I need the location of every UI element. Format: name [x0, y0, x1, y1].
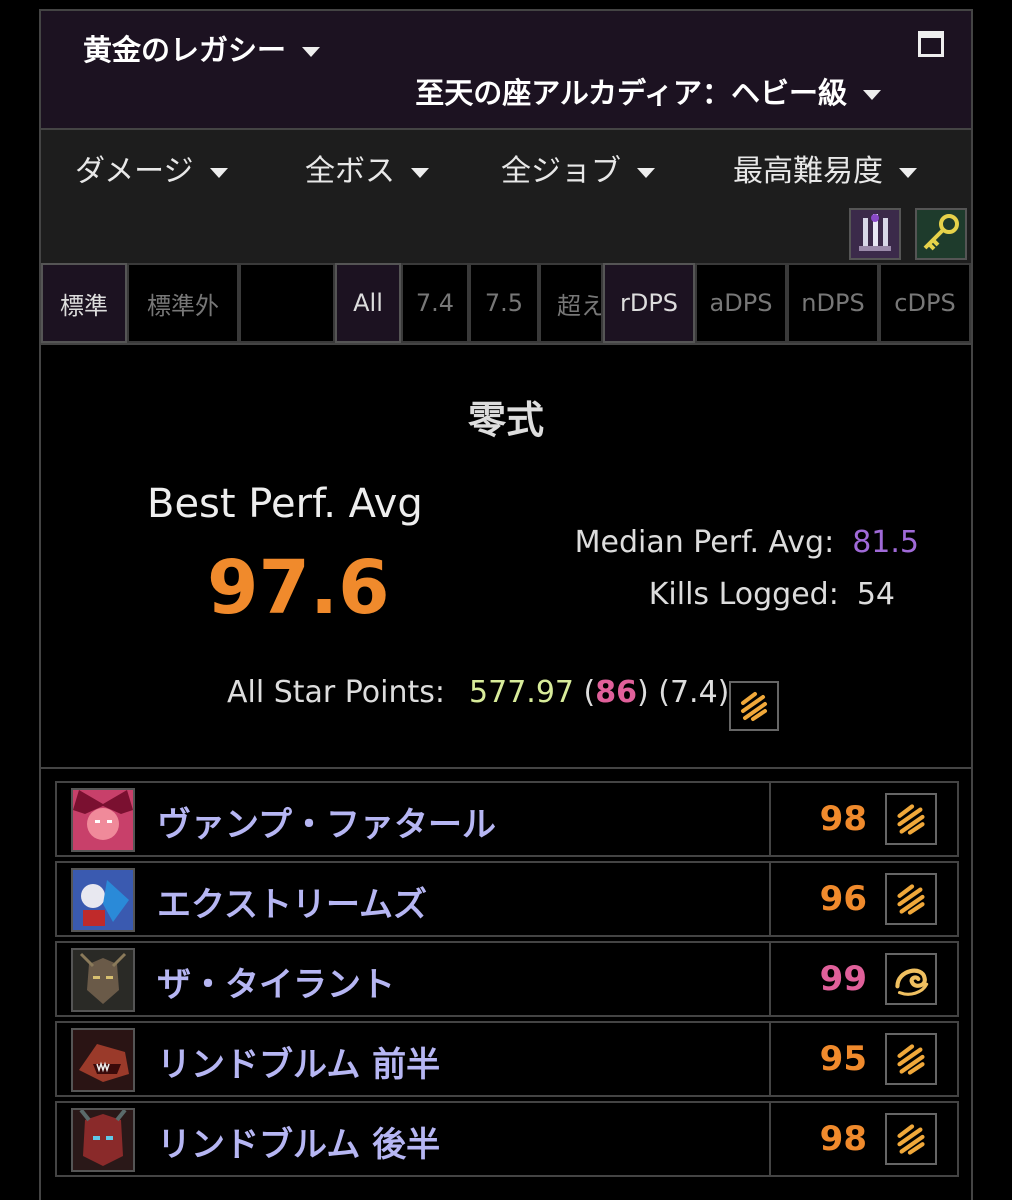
difficulty-label: 最高難易度: [733, 154, 883, 189]
row-divider: [769, 783, 771, 855]
boss-avatar: [71, 948, 135, 1012]
allstar-patch: (7.4): [658, 675, 730, 710]
chevron-down-icon: [302, 47, 321, 57]
swirl-icon: [885, 953, 937, 1005]
median-perf-row: Median Perf. Avg: 81.5: [575, 525, 919, 560]
boss-label: 全ボス: [305, 154, 395, 189]
job-dropdown[interactable]: 全ジョブ: [501, 146, 655, 190]
kills-logged-label: Kills Logged:: [648, 577, 839, 612]
kills-logged-value: 54: [856, 577, 895, 612]
metric-label: ダメージ: [75, 154, 194, 189]
tab-partition-standard[interactable]: 標準: [41, 263, 127, 343]
boss-row[interactable]: エクストリームズ 96: [55, 861, 959, 937]
boss-avatar: [71, 1028, 135, 1092]
tab-role-adps[interactable]: aDPS: [695, 263, 787, 343]
median-perf-label: Median Perf. Avg:: [574, 525, 835, 560]
boss-score: 96: [819, 879, 867, 919]
row-divider: [769, 863, 771, 935]
allstar-rank: 86: [595, 675, 637, 710]
filter-bar: ダメージ 全ボス 全ジョブ 最高難易度: [41, 130, 971, 265]
boss-row[interactable]: リンドブルム 後半 98: [55, 1101, 959, 1177]
chevron-down-icon: [411, 167, 429, 178]
job-label: 全ジョブ: [501, 154, 621, 189]
metric-dropdown[interactable]: ダメージ: [75, 146, 228, 190]
boss-name[interactable]: リンドブルム 後半: [157, 1117, 440, 1166]
chevron-down-icon: [863, 90, 881, 100]
boss-name[interactable]: リンドブルム 前半: [157, 1037, 440, 1086]
stripes-icon: [885, 1033, 937, 1085]
performance-summary: 零式 Best Perf. Avg 97.6 Median Perf. Avg:…: [41, 345, 971, 769]
boss-list: ヴァンプ・ファタール 98 エクストリームズ 96 ザ・タイラント 99 リンド…: [55, 781, 959, 1181]
boss-dropdown[interactable]: 全ボス: [305, 146, 429, 190]
swords-icon[interactable]: [849, 208, 901, 260]
boss-avatar: [71, 788, 135, 852]
tab-version-beyond[interactable]: 超え: [539, 263, 603, 343]
tab-version-all[interactable]: All: [335, 263, 401, 343]
stripes-icon: [885, 793, 937, 845]
stripes-icon: [885, 873, 937, 925]
boss-row[interactable]: ヴァンプ・ファタール 98: [55, 781, 959, 857]
allstar-label: All Star Points:: [227, 675, 446, 710]
boss-score: 95: [819, 1039, 867, 1079]
row-divider: [769, 1103, 771, 1175]
difficulty-dropdown[interactable]: 最高難易度: [733, 146, 917, 190]
tab-version-7-5[interactable]: 7.5: [469, 263, 539, 343]
key-icon[interactable]: [915, 208, 967, 260]
maximize-icon[interactable]: [918, 31, 944, 57]
panel-header: 黄金のレガシー 至天の座アルカディア：ヘビー級: [41, 11, 971, 130]
row-divider: [769, 1023, 771, 1095]
stripes-icon: [885, 1113, 937, 1165]
boss-score: 98: [819, 1119, 867, 1159]
rankings-panel: 黄金のレガシー 至天の座アルカディア：ヘビー級 ダメージ 全ボス 全ジョブ 最高…: [39, 9, 973, 1200]
boss-avatar: [71, 1108, 135, 1172]
allstar-points: 577.97: [469, 675, 574, 710]
kills-logged-row: Kills Logged: 54: [649, 577, 895, 612]
stripes-icon: [729, 681, 779, 731]
boss-avatar: [71, 868, 135, 932]
chevron-down-icon: [899, 167, 917, 178]
median-perf-value: 81.5: [852, 525, 919, 560]
best-perf-label: Best Perf. Avg: [147, 481, 423, 527]
tab-role-ndps[interactable]: nDPS: [787, 263, 879, 343]
allstar-row: All Star Points: 577.97 (86) (7.4): [227, 675, 730, 710]
tab-bar: 標準 標準外 All 7.4 7.5 超え rDPS aDPS nDPS cDP…: [41, 263, 971, 345]
chevron-down-icon: [637, 167, 655, 178]
raid-tier-label: 至天の座アルカディア：ヘビー級: [415, 76, 847, 110]
boss-row[interactable]: ザ・タイラント 99: [55, 941, 959, 1017]
difficulty-title: 零式: [467, 398, 544, 442]
boss-row[interactable]: リンドブルム 前半 95: [55, 1021, 959, 1097]
tab-partition-nonstandard[interactable]: 標準外: [127, 263, 239, 343]
raid-tier-selector[interactable]: 至天の座アルカディア：ヘビー級: [415, 70, 881, 112]
row-divider: [769, 943, 771, 1015]
boss-name[interactable]: ザ・タイラント: [157, 957, 395, 1006]
tab-version-7-4[interactable]: 7.4: [401, 263, 469, 343]
expansion-selector[interactable]: 黄金のレガシー: [83, 27, 321, 69]
boss-score: 98: [819, 799, 867, 839]
boss-name[interactable]: エクストリームズ: [157, 877, 427, 926]
tab-role-cdps[interactable]: cDPS: [879, 263, 971, 343]
chevron-down-icon: [209, 167, 228, 178]
tab-spacer: [239, 263, 335, 343]
expansion-label: 黄金のレガシー: [83, 33, 287, 67]
tab-role-rdps[interactable]: rDPS: [603, 263, 695, 343]
best-perf-value: 97.6: [207, 545, 390, 631]
boss-score: 99: [819, 959, 867, 999]
boss-name[interactable]: ヴァンプ・ファタール: [157, 797, 496, 846]
